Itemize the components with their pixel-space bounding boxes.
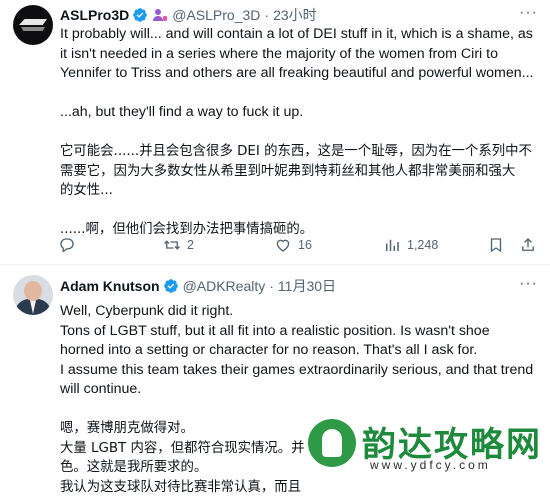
logo-mark — [19, 19, 47, 25]
tweet-header: Adam Knutson @ADKRealty · 11月30日 — [60, 276, 336, 296]
text-line: 需要它，因为大多数女性从希里到叶妮弗到特莉丝和其他人都非常美丽和强大 — [60, 162, 540, 182]
timestamp[interactable]: 11月30日 — [278, 276, 336, 296]
share-icon — [519, 236, 537, 254]
timestamp[interactable]: 23小时 — [273, 5, 317, 25]
text-line: 它可能会......并且会包含很多 DEI 的东西，这是一个耻辱，因为在一个系列… — [60, 142, 540, 162]
bookmark-icon — [487, 236, 505, 254]
site-watermark: 韵达攻略网 www.ydfcy.com — [304, 415, 544, 477]
avatar[interactable] — [13, 275, 53, 315]
affiliate-icon — [152, 7, 168, 23]
display-name[interactable]: Adam Knutson — [60, 278, 160, 294]
logo-mark-base — [21, 27, 45, 31]
more-options-icon[interactable]: ··· — [519, 275, 538, 293]
like-count: 16 — [298, 238, 312, 252]
retweet-count: 2 — [187, 238, 194, 252]
dot-separator: · — [264, 7, 269, 23]
verified-badge-icon — [132, 7, 148, 23]
share-button[interactable] — [519, 236, 543, 254]
retweet-button[interactable]: 2 — [163, 236, 194, 254]
text-line: will continue. — [60, 380, 540, 400]
reply-icon — [58, 236, 76, 254]
text-line: I assume this team takes their games ext… — [60, 361, 540, 381]
reply-button[interactable] — [58, 236, 82, 254]
text-line: Yennifer to Triss and others are all fre… — [60, 64, 540, 84]
watermark-url: www.ydfcy.com — [370, 458, 491, 472]
more-options-icon[interactable]: ··· — [519, 4, 538, 22]
heart-icon — [274, 236, 292, 254]
verified-badge-icon — [163, 278, 179, 294]
text-line: It probably will... and will contain a l… — [60, 25, 540, 45]
text-line: it isn't needed in a series where the ma… — [60, 45, 540, 65]
tweet-1[interactable]: ASLPro3D @ASLPro_3D · 23小时 ··· It probab… — [0, 0, 550, 265]
views-icon — [383, 236, 401, 254]
handle[interactable]: @ADKRealty — [183, 278, 266, 294]
text-line: 我认为这支球队对待比赛非常认真，而且 — [60, 478, 540, 497]
action-bar: 2 16 1,248 — [55, 236, 545, 258]
handle[interactable]: @ASLPro_3D — [172, 7, 260, 23]
tweet-text: It probably will... and will contain a l… — [60, 25, 540, 240]
display-name[interactable]: ASLPro3D — [60, 7, 129, 23]
tweet-header: ASLPro3D @ASLPro_3D · 23小时 — [60, 5, 317, 25]
text-line: 的女性... — [60, 181, 540, 201]
views-button[interactable]: 1,248 — [383, 236, 438, 254]
text-line: Tons of LGBT stuff, but it all fit into … — [60, 322, 540, 342]
avatar[interactable] — [13, 5, 53, 45]
watermark-logo-icon — [308, 419, 356, 467]
like-button[interactable]: 16 — [274, 236, 312, 254]
text-line: horned into a setting or character for n… — [60, 341, 540, 361]
bookmark-button[interactable] — [487, 236, 511, 254]
dot-separator: · — [269, 278, 274, 294]
text-line: ...ah, but they'll find a way to fuck it… — [60, 103, 540, 123]
views-count: 1,248 — [407, 238, 438, 252]
retweet-icon — [163, 236, 181, 254]
text-line: Well, Cyberpunk did it right. — [60, 302, 540, 322]
